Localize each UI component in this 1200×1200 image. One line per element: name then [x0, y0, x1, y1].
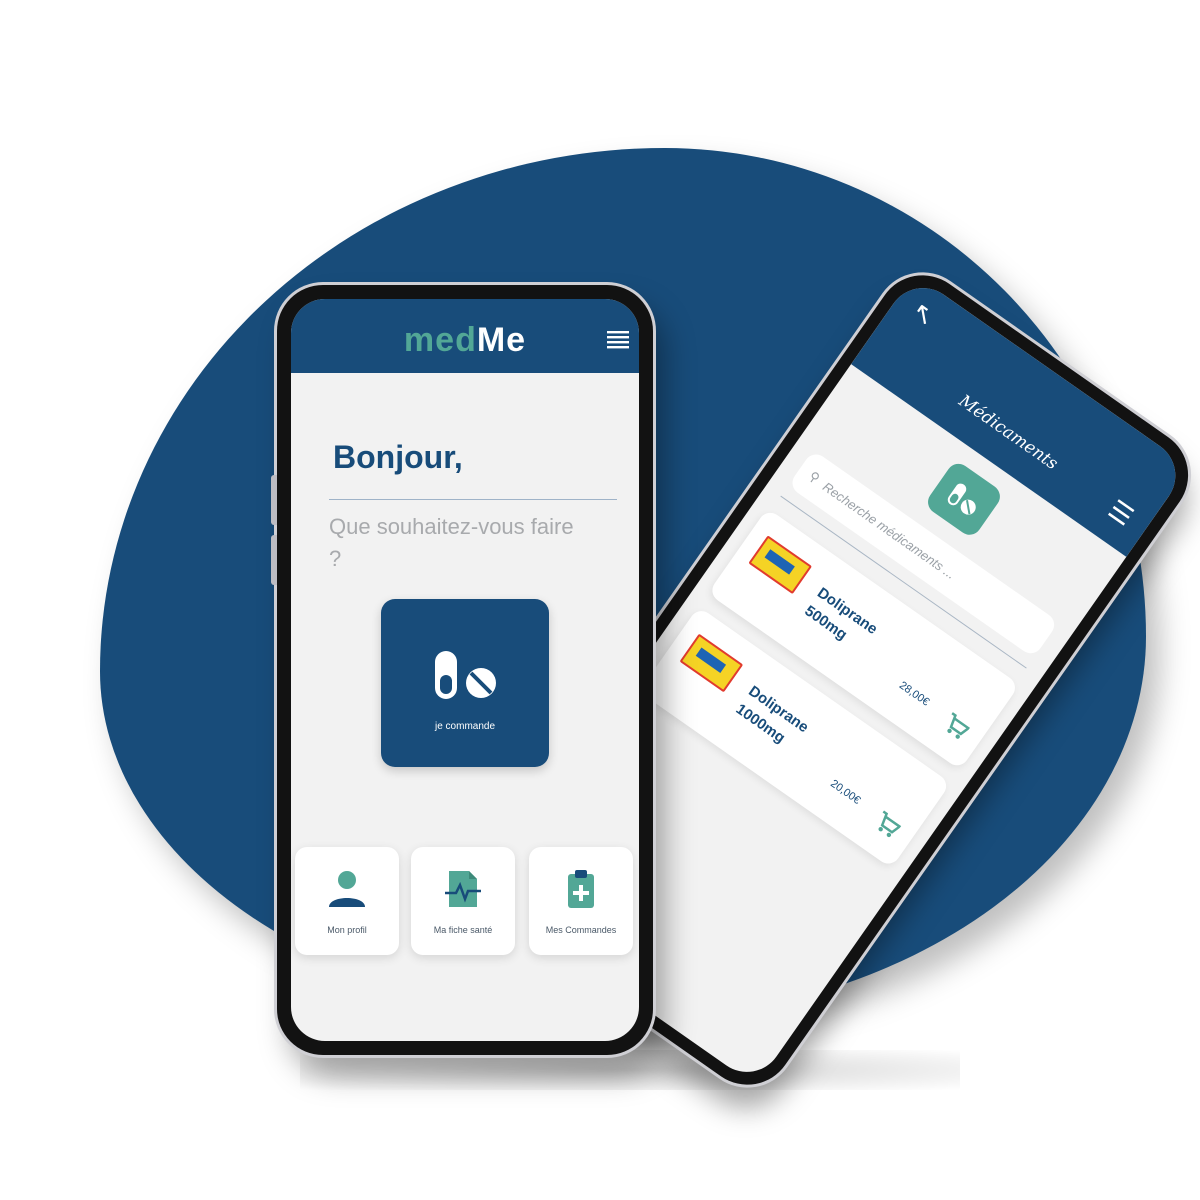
- home-screen: medMe Bonjour, Que souhaitez-vous faire …: [291, 299, 639, 1041]
- medme-logo: medMe: [291, 321, 639, 360]
- health-file-tile[interactable]: Ma fiche santé: [411, 847, 515, 955]
- divider: [329, 499, 617, 500]
- order-button[interactable]: je commande: [381, 599, 549, 767]
- add-to-cart-icon[interactable]: [937, 711, 972, 747]
- medication-price: 20,00€: [828, 777, 863, 807]
- greeting: Bonjour,: [333, 439, 463, 475]
- home-phone: medMe Bonjour, Que souhaitez-vous faire …: [271, 285, 653, 1055]
- order-label: je commande: [434, 721, 496, 732]
- subtitle: Que souhaitez-vous faire ?: [329, 514, 574, 571]
- medication-name: Doliprane 1000mg: [732, 682, 812, 747]
- user-icon: [295, 869, 399, 914]
- pills-icon: [431, 649, 501, 706]
- hamburger-menu-icon[interactable]: [607, 329, 629, 356]
- tile-label: Ma fiche santé: [433, 925, 493, 935]
- medication-name: Doliprane 500mg: [801, 584, 881, 644]
- profile-tile[interactable]: Mon profil: [295, 847, 399, 955]
- orders-clipboard-icon: [529, 869, 633, 914]
- pills-icon: [923, 459, 1005, 540]
- add-to-cart-icon[interactable]: [868, 809, 903, 845]
- search-icon: ⚲: [806, 468, 823, 486]
- tile-label: Mon profil: [327, 925, 367, 935]
- home-header: medMe: [291, 299, 639, 373]
- medications-title: Médicaments: [954, 391, 1062, 475]
- medication-price: 28,00€: [896, 679, 932, 709]
- logo-text-med: med: [403, 321, 477, 359]
- orders-tile[interactable]: Mes Commandes: [529, 847, 633, 955]
- back-arrow-icon[interactable]: ↖: [906, 295, 941, 333]
- logo-text-me: Me: [476, 321, 527, 359]
- phone-side-button: [271, 535, 277, 585]
- medication-box-image: [679, 633, 744, 693]
- floor-shadow: [300, 1050, 960, 1090]
- phone-side-button: [271, 475, 277, 525]
- medication-box-image: [748, 535, 813, 595]
- tile-label: Mes Commandes: [545, 925, 617, 935]
- health-file-icon: [411, 869, 515, 914]
